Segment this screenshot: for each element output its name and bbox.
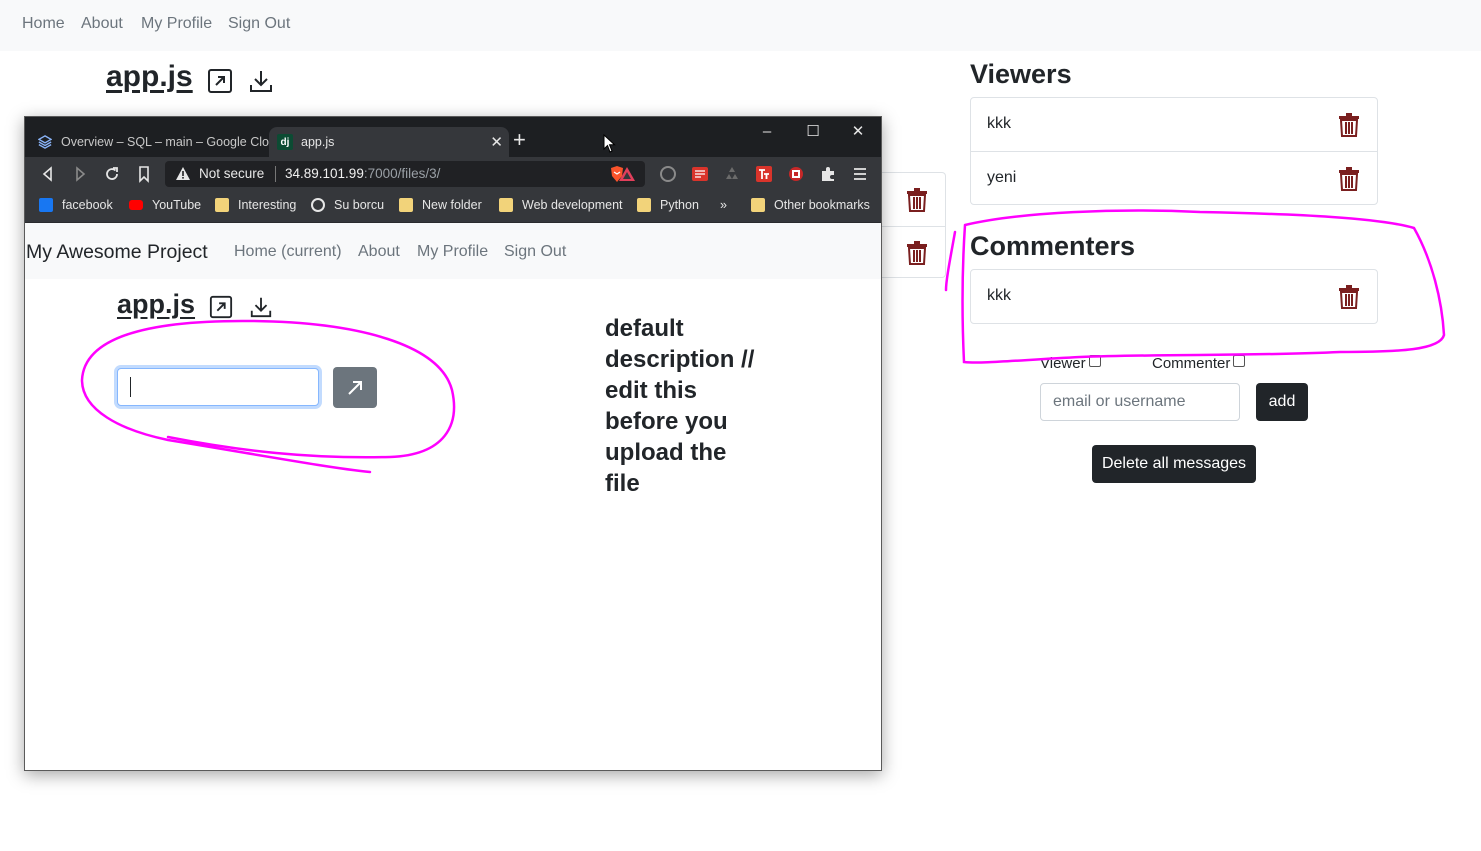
inner-nav-about-link[interactable]: About	[358, 243, 400, 261]
maximize-icon[interactable]: ☐	[798, 123, 828, 141]
address-bar[interactable]: Not secure 34.89.101.99:7000/files/3/	[165, 161, 645, 187]
bookmark-python[interactable]: Python	[637, 198, 699, 212]
email-or-username-input[interactable]	[1040, 383, 1240, 421]
folder-icon	[751, 198, 765, 212]
viewers-list: kkk yeni	[970, 97, 1378, 205]
url-text: 34.89.101.99:7000/files/3/	[285, 166, 441, 181]
viewer-name: yeni	[987, 169, 1017, 186]
back-icon[interactable]	[39, 165, 57, 183]
list-item	[880, 173, 945, 225]
inner-nav-my-profile-link[interactable]: My Profile	[417, 243, 488, 261]
puzzle-icon[interactable]	[819, 165, 837, 183]
trash-icon[interactable]	[1338, 113, 1360, 137]
mouse-cursor-icon	[603, 133, 617, 154]
inner-nav-sign-out-link[interactable]: Sign Out	[504, 243, 566, 261]
bookmarks-bar: facebook YouTube Interesting Su borcu Ne…	[25, 191, 881, 223]
download-icon[interactable]	[249, 295, 273, 319]
browser-window: Overview – SQL – main – Google Cloud dj …	[24, 116, 882, 771]
new-tab-icon[interactable]: +	[513, 129, 526, 151]
brave-rewards-icon[interactable]	[618, 165, 636, 183]
trash-icon[interactable]	[906, 241, 928, 265]
delete-all-messages-button[interactable]: Delete all messages	[1092, 445, 1256, 483]
tab-app-js[interactable]: dj app.js ✕	[269, 127, 509, 157]
bookmark-youtube[interactable]: YouTube	[129, 198, 201, 212]
bookmark-other-bookmarks[interactable]: Other bookmarks	[751, 198, 870, 212]
viewer-checkbox[interactable]	[1088, 355, 1101, 367]
menu-icon[interactable]	[851, 165, 869, 183]
add-button[interactable]: add	[1256, 383, 1308, 421]
extension-icon[interactable]	[659, 165, 677, 183]
bookmark-facebook[interactable]: facebook	[39, 198, 113, 212]
trash-icon[interactable]	[1338, 167, 1360, 191]
folder-icon	[637, 198, 651, 212]
tab-bar: Overview – SQL – main – Google Cloud dj …	[25, 117, 881, 157]
commenter-checkbox-label[interactable]: Commenter	[1152, 355, 1246, 372]
reload-icon[interactable]	[103, 165, 121, 183]
commenters-list: kkk	[970, 269, 1378, 324]
external-link-icon[interactable]	[209, 295, 233, 319]
folder-icon	[499, 198, 513, 212]
globe-icon	[311, 198, 325, 212]
bookmark-icon[interactable]	[135, 165, 153, 183]
folder-icon	[399, 198, 413, 212]
nav-home-link[interactable]: Home	[22, 15, 65, 33]
trash-icon[interactable]	[906, 188, 928, 212]
nav-my-profile-link[interactable]: My Profile	[141, 15, 212, 33]
warning-icon	[175, 166, 191, 182]
tab-label: Overview – SQL – main – Google Cloud	[61, 135, 269, 149]
minimize-icon[interactable]: –	[752, 123, 782, 141]
tab-label: app.js	[301, 135, 335, 149]
commenter-name: kkk	[987, 287, 1011, 304]
not-secure-label: Not secure	[199, 166, 265, 181]
tab-overview-sql[interactable]: Overview – SQL – main – Google Cloud	[25, 127, 269, 157]
viewer-row: yeni	[971, 151, 1377, 204]
file-description: default description // edit this before …	[605, 315, 755, 497]
submit-button[interactable]	[333, 367, 377, 408]
viewer-checkbox-label[interactable]: Viewer	[1040, 355, 1101, 372]
external-link-icon[interactable]	[207, 68, 233, 94]
viewer-name: kkk	[987, 115, 1011, 132]
inner-file-title[interactable]: app.js	[117, 289, 195, 320]
forward-icon[interactable]	[71, 165, 89, 183]
extension-icon[interactable]	[787, 165, 805, 183]
bookmark-su-borcu[interactable]: Su borcu	[311, 198, 384, 212]
comment-input[interactable]	[117, 368, 319, 406]
trash-icon[interactable]	[1338, 285, 1360, 309]
viewers-heading: Viewers	[970, 59, 1072, 89]
nav-sign-out-link[interactable]: Sign Out	[228, 15, 290, 33]
commenter-row: kkk	[971, 270, 1377, 323]
file-title[interactable]: app.js	[106, 60, 193, 94]
folder-icon	[215, 198, 229, 212]
viewer-row: kkk	[971, 98, 1377, 151]
extension-icon[interactable]	[723, 165, 741, 183]
address-toolbar: Not secure 34.89.101.99:7000/files/3/	[25, 157, 881, 191]
more-bookmarks-icon[interactable]: »	[720, 198, 727, 212]
nav-about-link[interactable]: About	[81, 15, 123, 33]
brand-link[interactable]: My Awesome Project	[26, 241, 208, 264]
youtube-icon	[129, 200, 143, 210]
inner-nav-home-link[interactable]: Home (current)	[234, 243, 342, 261]
list-item	[880, 226, 945, 278]
close-window-icon[interactable]: ✕	[843, 123, 873, 141]
commenter-checkbox[interactable]	[1233, 355, 1246, 367]
bookmark-web-development[interactable]: Web development	[499, 198, 623, 212]
django-icon: dj	[277, 134, 293, 150]
viewer-label-text: Viewer	[1040, 355, 1086, 372]
commenters-heading: Commenters	[970, 231, 1136, 261]
text-caret	[130, 377, 131, 397]
divider	[275, 166, 276, 182]
close-tab-icon[interactable]: ✕	[490, 133, 503, 151]
google-cloud-icon	[37, 134, 53, 150]
commenter-label-text: Commenter	[1152, 355, 1231, 372]
download-icon[interactable]	[248, 68, 274, 94]
top-navbar: Home About My Profile Sign Out	[0, 0, 1481, 51]
extension-icon[interactable]	[691, 165, 709, 183]
hidden-list-group	[880, 172, 946, 278]
inner-navbar: My Awesome Project Home (current) About …	[25, 223, 881, 279]
extension-icon[interactable]	[755, 165, 773, 183]
facebook-icon	[39, 198, 53, 212]
bookmark-new-folder[interactable]: New folder	[399, 198, 482, 212]
bookmark-interesting[interactable]: Interesting	[215, 198, 296, 212]
